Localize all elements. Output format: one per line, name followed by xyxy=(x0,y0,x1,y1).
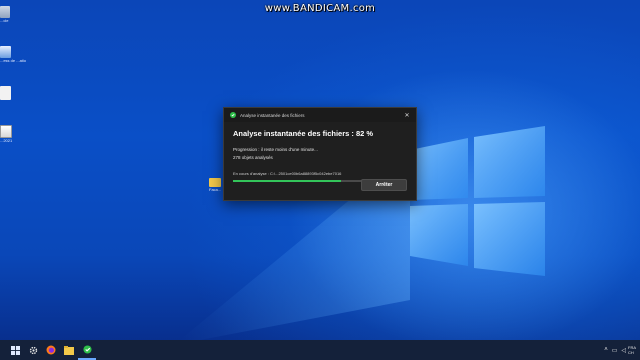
stop-button[interactable]: Arrêter xyxy=(361,179,407,191)
language-indicator[interactable]: FRA CH xyxy=(628,345,640,355)
folder-icon xyxy=(209,178,221,187)
close-icon[interactable]: ✕ xyxy=(400,108,414,122)
current-file-path: En cours d'analyse : C:\...2501ce00b6a88… xyxy=(233,171,342,176)
control-panel-icon xyxy=(0,46,11,58)
progress-text: Progression : il reste moins d'une minut… xyxy=(233,147,318,152)
chevron-up-icon[interactable]: ˄ xyxy=(604,347,608,353)
app-icon xyxy=(230,112,236,118)
windows-start-icon[interactable] xyxy=(6,340,24,360)
taskbar xyxy=(0,340,640,360)
volume-icon[interactable]: ◁ xyxy=(621,347,626,354)
archive-file-icon xyxy=(0,125,12,138)
file-explorer-icon[interactable] xyxy=(60,340,78,360)
firefox-icon[interactable] xyxy=(42,340,60,360)
settings-gear-icon[interactable] xyxy=(24,340,42,360)
objects-count: 278 objets analysés xyxy=(233,155,273,160)
progress-bar xyxy=(233,180,365,182)
network-icon[interactable]: ▭ xyxy=(612,347,618,354)
progress-bar-fill xyxy=(233,180,342,182)
dialog-title: Analyse instantanée des fichiers xyxy=(240,112,305,118)
desktop-icon-3[interactable] xyxy=(0,86,26,100)
bandicam-watermark: www.BANDICAM.com xyxy=(264,3,376,14)
system-tray: ˄ ▭ ◁ FRA CH xyxy=(602,340,640,360)
dialog-titlebar[interactable]: Analyse instantanée des fichiers ✕ xyxy=(224,108,416,122)
scan-heading: Analyse instantanée des fichiers : 82 % xyxy=(233,129,374,138)
desktop-icon-2[interactable]: ...ess de ...ation xyxy=(0,46,26,63)
document-icon xyxy=(0,86,11,100)
desktop-icon-4[interactable]: ...2021 xyxy=(0,125,26,143)
security-scan-icon[interactable] xyxy=(78,340,96,360)
